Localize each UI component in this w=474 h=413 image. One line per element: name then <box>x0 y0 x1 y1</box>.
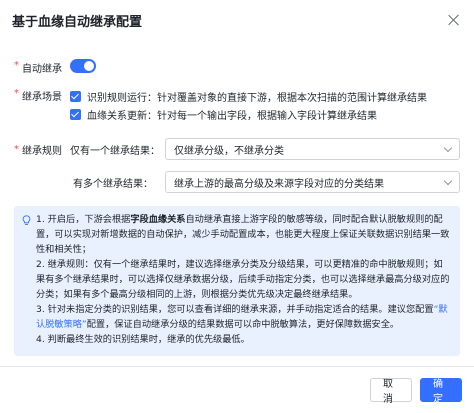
rules-row: * 继承规则 仅有一个继承结果： <box>14 138 160 160</box>
rules-label: 继承规则 <box>22 145 62 157</box>
dialog-footer: 取 消 确 定 <box>370 378 462 405</box>
info-paragraph-1: 1. 开启后，下游会根据字段血缘关系自动继承直接上游字段的敏感等级，同时配合默认… <box>36 212 450 257</box>
info-text: 配置，保证自动继承分级的结果数据可以命中脱敏算法，更好保障数据安全。 <box>86 319 400 330</box>
info-box: 1. 开启后，下游会根据字段血缘关系自动继承直接上游字段的敏感等级，同时配合默认… <box>14 206 460 356</box>
confirm-button[interactable]: 确 定 <box>420 378 462 405</box>
multi-result-label: 有多个继承结果： <box>73 178 153 190</box>
chevron-down-icon <box>443 176 453 186</box>
lightbulb-icon <box>22 215 31 225</box>
scenario-label: 继承场景 <box>22 92 62 103</box>
required-mark: * <box>14 60 19 71</box>
dialog-title: 基于血缘自动继承配置 <box>12 14 143 30</box>
dialog-header: 基于血缘自动继承配置 <box>0 0 474 40</box>
info-paragraph-3: 3. 针对未指定分类的识别结果，您可以查看详细的继承来源，并手动指定适合的结果。… <box>36 302 450 332</box>
info-text: 3. 针对未指定分类的识别结果，您可以查看详细的继承来源，并手动指定适合的结果。… <box>36 304 434 315</box>
scenario-option-label: 血缘关系更新：针对每一个输出字段，根据输入字段计算继承结果 <box>87 110 377 122</box>
close-icon[interactable] <box>446 12 462 28</box>
required-mark: * <box>14 143 19 155</box>
single-result-label: 仅有一个继承结果： <box>70 145 160 157</box>
cancel-button[interactable]: 取 消 <box>370 378 412 405</box>
scenario-option-label: 识别规则运行：针对覆盖对象的直接下游，根据本次扫描的范围计算继承结果 <box>87 92 427 104</box>
chevron-down-icon <box>443 143 453 153</box>
inherit-config-dialog: 基于血缘自动继承配置 * 自动继承 * 继承场景 识别规则运行：针对覆盖对象的直… <box>0 0 474 413</box>
info-bold-text: 字段血缘关系 <box>130 214 186 225</box>
required-mark: * <box>14 88 19 99</box>
auto-inherit-row: * 自动继承 <box>14 59 460 76</box>
scenario-option-lineage-update[interactable]: 血缘关系更新：针对每一个输出字段，根据输入字段计算继承结果 <box>70 106 427 122</box>
info-paragraph-4: 4. 判断最终生效的识别结果时，继承的优先级最低。 <box>36 334 250 345</box>
dialog-body: * 自动继承 * 继承场景 识别规则运行：针对覆盖对象的直接下游，根据本次扫描的… <box>0 40 474 124</box>
checkbox-rule-run[interactable] <box>70 90 81 102</box>
info-text: 1. 开启后，下游会根据 <box>36 214 131 225</box>
scenario-row: * 继承场景 识别规则运行：针对覆盖对象的直接下游，根据本次扫描的范围计算继承结… <box>14 88 460 124</box>
scenario-option-rule-run[interactable]: 识别规则运行：针对覆盖对象的直接下游，根据本次扫描的范围计算继承结果 <box>70 88 427 104</box>
multi-result-label-wrap: 有多个继承结果： <box>73 171 153 193</box>
auto-inherit-label: 自动继承 <box>22 64 62 75</box>
multi-result-value: 继承上游的最高分级及来源字段对应的分类结果 <box>174 178 384 190</box>
single-result-select[interactable]: 仅继承分级，不继承分类 <box>165 138 460 160</box>
auto-inherit-toggle[interactable] <box>70 59 96 73</box>
multi-result-select[interactable]: 继承上游的最高分级及来源字段对应的分类结果 <box>165 171 460 193</box>
footer-divider <box>0 366 474 367</box>
scenario-options: 识别规则运行：针对覆盖对象的直接下游，根据本次扫描的范围计算继承结果 血缘关系更… <box>70 88 427 124</box>
info-paragraph-2: 2. 继承规则：仅有一个继承结果时，建议选择继承分类及分级结果，可以更精准的命中… <box>36 259 450 300</box>
single-result-value: 仅继承分级，不继承分类 <box>174 145 284 157</box>
checkbox-lineage-update[interactable] <box>70 108 81 120</box>
